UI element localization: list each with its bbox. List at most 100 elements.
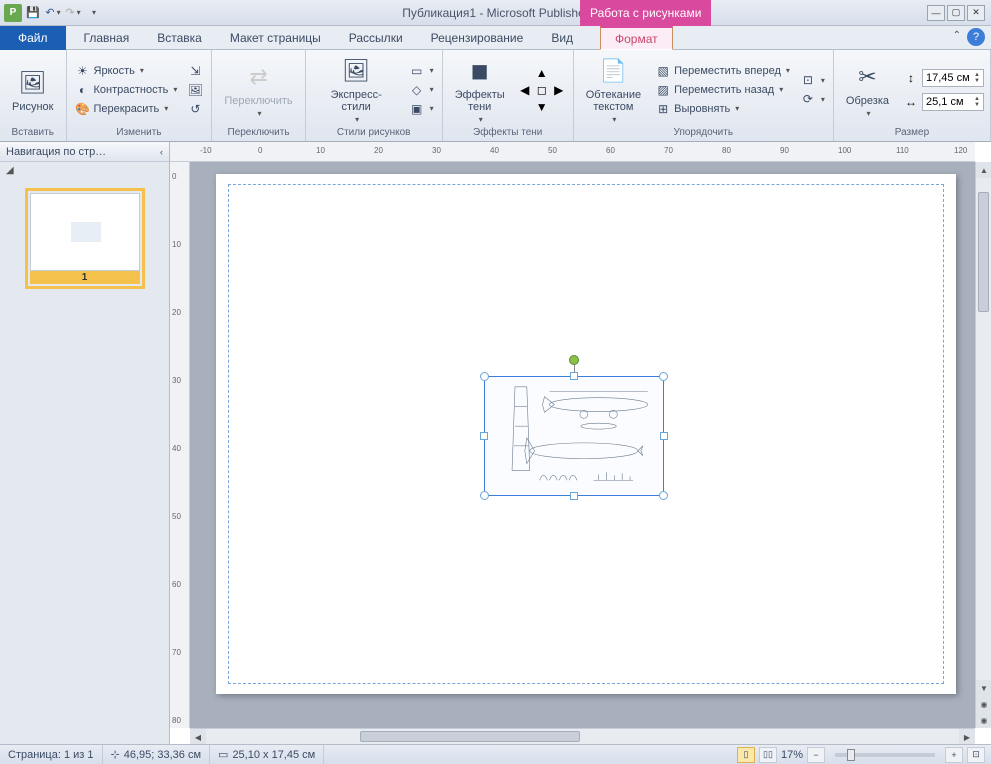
contrast-icon: ◐	[75, 82, 91, 98]
compress-icon: ⇲	[187, 63, 203, 79]
save-icon[interactable]: 💾	[24, 4, 42, 22]
scroll-thumb-v[interactable]	[978, 192, 989, 312]
view-two-button[interactable]: ▯▯	[759, 747, 777, 763]
crop-button[interactable]: ✂ Обрезка ▾	[840, 59, 895, 120]
border-button[interactable]: ▭▾	[407, 62, 436, 80]
shadow-toggle-icon[interactable]: ◻	[534, 82, 550, 98]
shape-button[interactable]: ◇▾	[407, 81, 436, 99]
zoom-out-button[interactable]: −	[807, 747, 825, 763]
selected-picture[interactable]	[484, 376, 664, 496]
next-page-icon[interactable]: ◉	[976, 712, 991, 728]
insert-picture-button[interactable]: 🖼 Рисунок	[6, 65, 60, 115]
tab-pagelayout[interactable]: Макет страницы	[216, 26, 335, 50]
ribbon-collapse-icon[interactable]: ⌃	[953, 30, 961, 41]
express-styles-button[interactable]: 🖼 Экспресс-стили ▾	[312, 53, 401, 126]
tab-home[interactable]: Главная	[70, 26, 144, 50]
height-input[interactable]: 17,45 см▲▼	[922, 69, 984, 87]
wrap-icon: 📄	[597, 55, 629, 87]
zoom-slider-thumb[interactable]	[847, 749, 855, 761]
nav-panel-header: Навигация по стр… ‹	[0, 142, 169, 162]
tab-mailings[interactable]: Рассылки	[335, 26, 417, 50]
tab-view[interactable]: Вид	[537, 26, 587, 50]
tab-review[interactable]: Рецензирование	[417, 26, 538, 50]
swap-button: ⇄ Переключить ▾	[218, 59, 298, 120]
send-backward-button[interactable]: ▨Переместить назад▾	[653, 81, 792, 99]
scroll-up-icon[interactable]: ▲	[976, 162, 991, 178]
page	[216, 174, 956, 694]
vertical-ruler: 01020304050607080	[170, 162, 190, 728]
nudge-up-icon[interactable]: ▲	[534, 65, 550, 81]
horizontal-ruler: -100102030405060708090100110120	[170, 142, 975, 162]
canvas[interactable]	[190, 162, 975, 728]
change-button[interactable]: 🖼	[185, 81, 205, 99]
width-input[interactable]: 25,1 см▲▼	[922, 93, 984, 111]
shadow-label: Эффекты тени	[455, 89, 505, 113]
contrast-button[interactable]: ◐Контрастность▾	[73, 81, 180, 99]
height-icon: ↕	[903, 70, 919, 86]
bring-forward-icon: ▧	[655, 63, 671, 79]
nudge-left-icon[interactable]: ◀	[517, 82, 533, 98]
view-single-button[interactable]: ▯	[737, 747, 755, 763]
shadow-effects-button[interactable]: ◼ Эффекты тени ▾	[449, 53, 511, 126]
zoom-in-button[interactable]: +	[945, 747, 963, 763]
rotate-handle[interactable]	[569, 355, 579, 365]
nudge-right-icon[interactable]: ▶	[551, 82, 567, 98]
qat-customize-icon[interactable]: ▾	[84, 4, 102, 22]
rotate-button[interactable]: ⟳▾	[798, 90, 827, 108]
horizontal-scrollbar[interactable]: ◀ ▶	[190, 728, 975, 744]
group-swap-label: Переключить	[218, 127, 298, 139]
scroll-right-icon[interactable]: ▶	[959, 729, 975, 745]
recolor-button[interactable]: 🎨Перекрасить▾	[73, 100, 180, 118]
group-button[interactable]: ⊡▾	[798, 71, 827, 89]
handle-n[interactable]	[570, 372, 578, 380]
handle-ne[interactable]	[659, 372, 668, 381]
undo-icon[interactable]: ↶▾	[44, 4, 62, 22]
fit-page-button[interactable]: ⊡	[967, 747, 985, 763]
close-button[interactable]: ✕	[967, 5, 985, 21]
scroll-thumb-h[interactable]	[360, 731, 580, 742]
reset-button[interactable]: ↺	[185, 100, 205, 118]
compress-button[interactable]: ⇲	[185, 62, 205, 80]
status-page[interactable]: Страница: 1 из 1	[0, 745, 103, 764]
window-controls: — ▢ ✕	[927, 5, 991, 21]
handle-e[interactable]	[660, 432, 668, 440]
send-backward-label: Переместить назад	[674, 84, 774, 96]
prev-page-icon[interactable]: ◉	[976, 696, 991, 712]
contrast-label: Контрастность	[94, 84, 169, 96]
scroll-down-icon[interactable]: ▼	[976, 680, 991, 696]
app-icon[interactable]: P	[4, 4, 22, 22]
align-button[interactable]: ⊞Выровнять▾	[653, 100, 792, 118]
zoom-level[interactable]: 17%	[781, 749, 803, 761]
nav-title: Навигация по стр…	[6, 146, 106, 158]
help-icon[interactable]: ?	[967, 28, 985, 46]
swap-label: Переключить	[224, 95, 292, 107]
handle-w[interactable]	[480, 432, 488, 440]
status-position: ⊹46,95; 33,36 см	[103, 745, 211, 764]
picture-label: Рисунок	[12, 101, 54, 113]
wrap-label: Обтекание текстом	[586, 89, 641, 113]
minimize-button[interactable]: —	[927, 5, 945, 21]
handle-nw[interactable]	[480, 372, 489, 381]
scroll-left-icon[interactable]: ◀	[190, 729, 206, 745]
size-icon: ▭	[218, 748, 228, 761]
handle-sw[interactable]	[480, 491, 489, 500]
zoom-slider[interactable]	[835, 753, 935, 757]
handle-s[interactable]	[570, 492, 578, 500]
nav-collapse-icon[interactable]: ‹	[160, 147, 163, 157]
nav-sub-icon[interactable]: ◢	[0, 162, 169, 178]
tab-insert[interactable]: Вставка	[143, 26, 216, 50]
nudge-down-icon[interactable]: ▼	[534, 99, 550, 115]
maximize-button[interactable]: ▢	[947, 5, 965, 21]
vertical-scrollbar[interactable]: ▲ ▼ ◉ ◉	[975, 162, 991, 728]
handle-se[interactable]	[659, 491, 668, 500]
title-bar: P 💾 ↶▾ ↷▾ ▾ Публикация1 - Microsoft Publ…	[0, 0, 991, 26]
brightness-button[interactable]: ☀Яркость▾	[73, 62, 180, 80]
caption-button[interactable]: ▣▾	[407, 100, 436, 118]
page-thumbnail-selected[interactable]: 1	[25, 188, 145, 289]
tab-file[interactable]: Файл	[0, 26, 66, 50]
wrap-text-button[interactable]: 📄 Обтекание текстом ▾	[580, 53, 647, 126]
bring-forward-button[interactable]: ▧Переместить вперед▾	[653, 62, 792, 80]
align-label: Выровнять	[674, 103, 730, 115]
tab-format[interactable]: Формат	[600, 26, 673, 50]
redo-icon[interactable]: ↷▾	[64, 4, 82, 22]
